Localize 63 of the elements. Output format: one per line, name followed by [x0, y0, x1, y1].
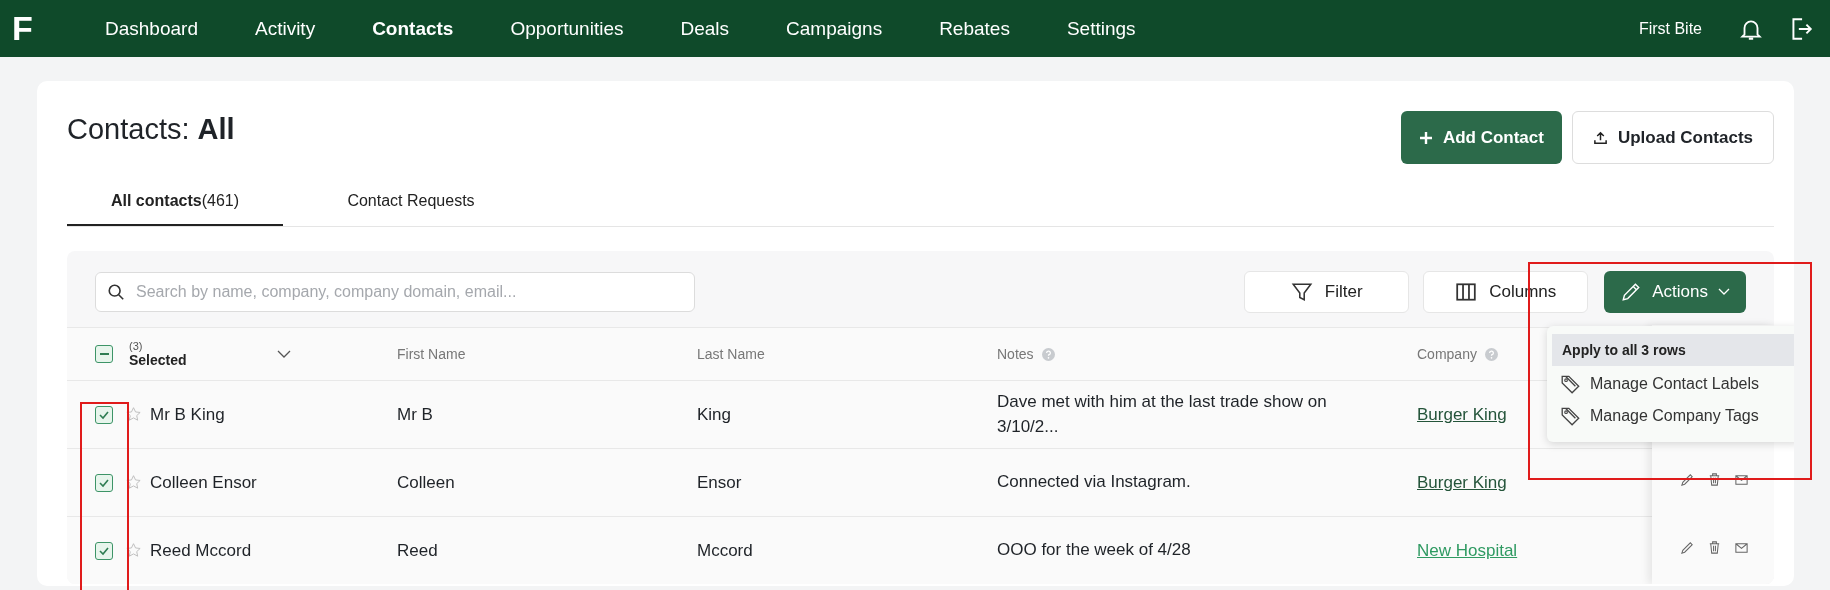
table-cell: Colleen Ensor — [150, 472, 257, 493]
tab[interactable]: Contact Requests — [303, 180, 519, 226]
row-checkbox[interactable] — [95, 473, 113, 492]
nav-link[interactable]: Deals — [649, 17, 756, 40]
row-checkbox[interactable] — [95, 541, 113, 560]
search-icon — [107, 283, 125, 301]
columns-icon — [1455, 281, 1478, 303]
table-cell-text: Connected via Instagram. — [997, 471, 1191, 494]
edit-icon[interactable] — [1680, 471, 1695, 487]
column-header[interactable]: First Name — [397, 346, 466, 362]
edit-icon[interactable] — [1680, 539, 1695, 555]
tag-icon — [1560, 373, 1582, 395]
logo[interactable]: F — [12, 9, 42, 48]
column-header[interactable]: Last Name — [697, 346, 765, 362]
star-icon[interactable] — [125, 474, 142, 491]
company-link[interactable]: New Hospital — [1417, 540, 1518, 561]
chevron-down-icon — [1718, 288, 1730, 296]
table-cell: King — [697, 404, 732, 425]
nav-link[interactable]: Settings — [1035, 17, 1162, 40]
nav-link[interactable]: Dashboard — [74, 17, 224, 40]
selected-count: (3) — [129, 340, 144, 352]
tab[interactable]: All contacts(461) — [67, 180, 283, 226]
nav-link[interactable]: Rebates — [908, 17, 1036, 40]
table-cell: Reed Mccord — [150, 540, 252, 561]
delete-icon[interactable] — [1707, 539, 1722, 555]
nav-link[interactable]: Contacts — [341, 17, 480, 40]
table-cell: Mccord — [697, 540, 753, 561]
actions-button[interactable]: Actions — [1604, 271, 1746, 313]
column-header[interactable]: Company — [1417, 346, 1477, 362]
upload-icon — [1592, 130, 1608, 145]
filter-icon — [1290, 281, 1313, 303]
table-cell: Colleen — [397, 472, 455, 493]
search-field[interactable]: Search by name, company, company domain, email... — [95, 272, 695, 312]
table-cell: Reed — [397, 540, 438, 561]
menu-item[interactable]: Manage Company Tags — [1552, 398, 1794, 430]
delete-icon[interactable] — [1707, 471, 1722, 487]
selected-label: Selected — [129, 352, 188, 368]
pencil-icon — [1620, 281, 1643, 303]
table-cell: Mr B King — [150, 404, 225, 425]
table-cell: Mr B — [397, 404, 433, 425]
add-contact-button[interactable]: Add Contact — [1400, 111, 1562, 164]
plus-icon — [1418, 130, 1433, 145]
upload-contacts-button[interactable]: Upload Contacts — [1571, 111, 1774, 164]
company-link[interactable]: Burger King — [1417, 404, 1507, 425]
nav-link[interactable]: Opportunities — [479, 17, 650, 40]
account-name[interactable]: First Bite — [1638, 19, 1702, 38]
page-title: Contacts: All — [67, 113, 235, 146]
nav-link[interactable]: Campaigns — [755, 17, 909, 40]
table-cell-text: OOO for the week of 4/28 — [997, 539, 1191, 562]
star-icon[interactable] — [125, 406, 142, 423]
star-icon[interactable] — [125, 542, 142, 559]
company-link[interactable]: Burger King — [1417, 472, 1507, 493]
select-all-checkbox[interactable] — [95, 345, 113, 363]
table-cell: Ensor — [697, 472, 742, 493]
tag-icon — [1560, 405, 1582, 427]
chevron-down-icon[interactable] — [277, 350, 291, 358]
menu-heading: Apply to all 3 rows — [1552, 334, 1794, 366]
filter-button[interactable]: Filter — [1244, 271, 1410, 313]
column-header[interactable]: Notes — [997, 346, 1034, 362]
table-cell-text: Dave met with him at the last trade show on 3/10/2... — [997, 390, 1328, 438]
menu-item[interactable]: Manage Contact Labels — [1552, 366, 1794, 398]
nav-link[interactable]: Activity — [223, 17, 342, 40]
row-checkbox[interactable] — [95, 405, 113, 424]
